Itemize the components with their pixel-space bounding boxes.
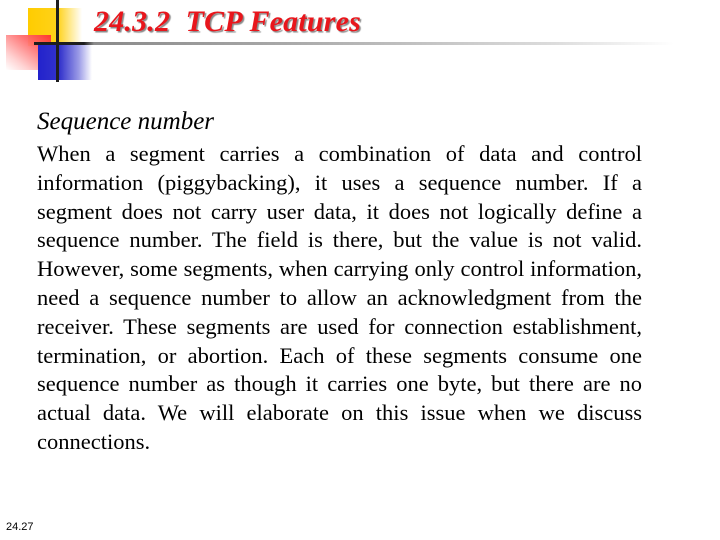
logo-vertical-line [56, 0, 59, 82]
slide-title: 24.3.2 TCP Features [94, 5, 362, 38]
section-heading: Sequence number [37, 108, 215, 135]
body-paragraph: When a segment carries a combination of … [37, 141, 642, 454]
title-underline [34, 42, 674, 45]
blue-square [38, 45, 92, 80]
slide-number: 24.27 [6, 521, 34, 533]
color-squares-logo-icon [0, 0, 100, 90]
